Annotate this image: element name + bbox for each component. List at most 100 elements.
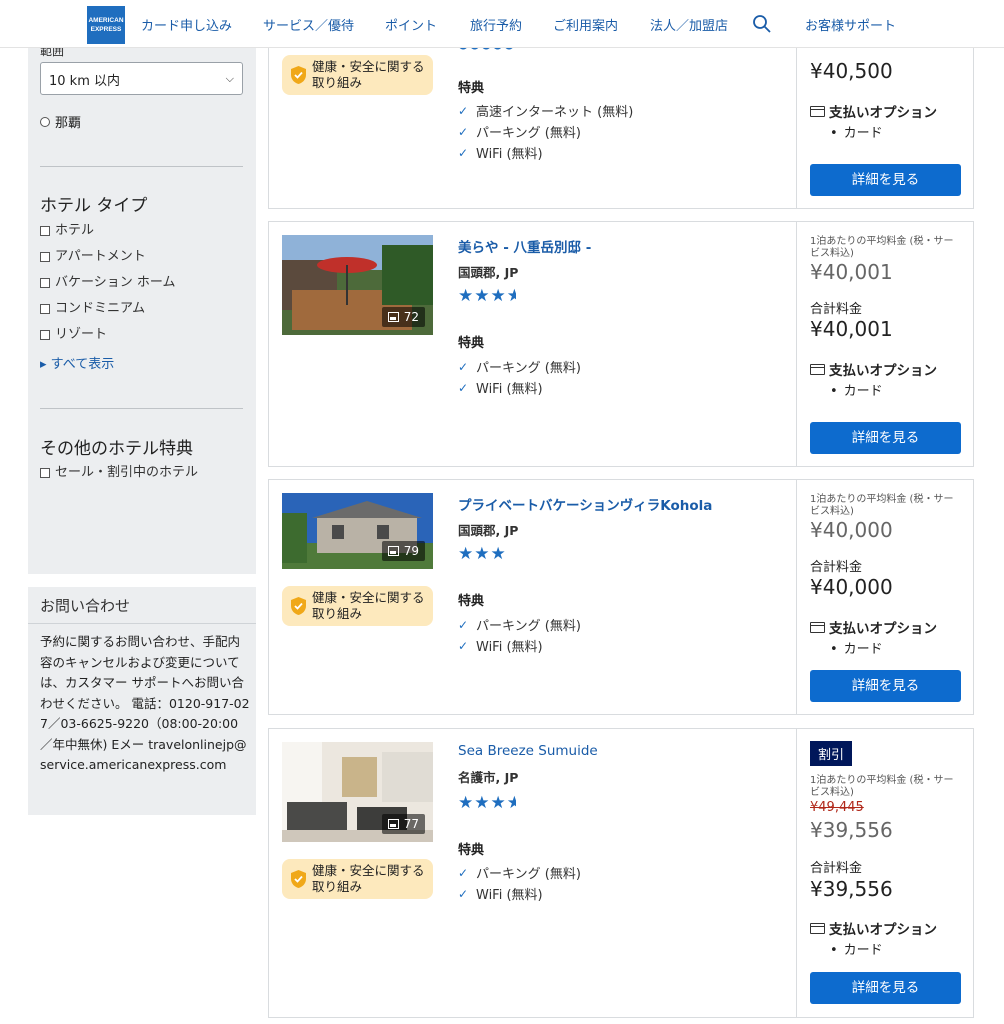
safety-badge: 健康・安全に関する取り組み [282, 55, 433, 95]
hotel-photo[interactable]: 79 [282, 493, 433, 593]
shield-check-icon [291, 66, 306, 84]
check-icon: ✓ [458, 124, 469, 139]
checkbox[interactable] [40, 304, 50, 314]
search-icon[interactable] [752, 14, 772, 34]
total-price: ¥39,556 [810, 877, 893, 901]
payment-card: カード [830, 380, 883, 399]
checkbox-label: セール・割引中のホテル [55, 465, 199, 480]
payment-options-title: 支払いオプション [810, 101, 937, 121]
hotel-type-condo[interactable]: コンドミニアム [40, 299, 145, 319]
star-rating: ★★★★ [458, 286, 516, 306]
nav-card-application[interactable]: カード申し込み [141, 15, 232, 34]
hotel-location: 名護市, JP [458, 770, 519, 785]
check-icon: ✓ [458, 380, 469, 395]
contact-title: お問い合わせ [40, 597, 131, 615]
perk-item: ✓ パーキング (無料) [458, 615, 581, 635]
photo-icon [387, 312, 399, 322]
detail-button[interactable]: 詳細を見る [810, 972, 961, 1004]
hotel-name-link[interactable]: Sea Breeze Sumuide [458, 743, 598, 759]
payment-label: 支払いオプション [829, 105, 937, 121]
nav-services[interactable]: サービス／優待 [263, 15, 354, 34]
checkbox[interactable] [40, 226, 50, 236]
checkbox[interactable] [40, 468, 50, 478]
payment-label: 支払いオプション [829, 621, 937, 637]
hotel-card: 72 美らや - 八重岳別邸 - 国頭郡, JP ★★★★ 特典 ✓ パーキング … [268, 221, 974, 467]
top-nav: AMERICAN EXPRESS カード申し込み サービス／優待 ポイント 旅行… [0, 0, 1004, 48]
perk-label: WiFi (無料) [476, 888, 543, 903]
nav-corporate[interactable]: 法人／加盟店 [650, 15, 728, 34]
detail-button[interactable]: 詳細を見る [810, 164, 961, 196]
checkbox[interactable] [40, 278, 50, 288]
show-all-label: すべて表示 [50, 357, 115, 372]
show-all-link[interactable]: ▸ すべて表示 [40, 353, 114, 372]
credit-card-icon [810, 621, 825, 633]
logo-line-2: EXPRESS [90, 26, 122, 33]
perk-label: パーキング (無料) [476, 619, 581, 634]
checkbox[interactable] [40, 252, 50, 262]
check-icon: ✓ [458, 103, 469, 118]
hotel-type-vacation-home[interactable]: バケーション ホーム [40, 273, 175, 293]
hotel-type-title: ホテル タイプ [40, 196, 148, 216]
payment-label: 支払いオプション [829, 922, 937, 938]
perk-item: ✓ パーキング (無料) [458, 863, 581, 883]
distance-select[interactable]: 10 km 以内 ⌵ [40, 62, 243, 95]
photo-count-value: 72 [403, 310, 419, 324]
checkbox-label: コンドミニアム [55, 301, 146, 316]
hotel-photo[interactable]: 77 [282, 742, 433, 842]
perk-item: ✓ WiFi (無料) [458, 143, 543, 163]
safety-badge: 健康・安全に関する取り組み [282, 859, 433, 899]
safety-text: 健康・安全に関する取り組み [312, 863, 425, 894]
hotel-card: 健康・安全に関する取り組み ●●●●● 特典 ✓高速インターネット (無料) ✓… [268, 20, 974, 209]
checkbox[interactable] [40, 330, 50, 340]
hotel-location: 国頭郡, JP [458, 523, 519, 538]
hotel-type-apartment[interactable]: アパートメント [40, 247, 146, 267]
chevron-down-icon: ⌵ [225, 72, 234, 85]
sale-hotels-option[interactable]: セール・割引中のホテル [40, 463, 210, 483]
check-icon: ✓ [458, 865, 469, 880]
perk-item: ✓ パーキング (無料) [458, 122, 581, 142]
price-column: 割引 1泊あたりの平均料金 (税・サービス料込) ¥49,445 ¥39,556… [796, 729, 974, 1017]
photo-count-value: 77 [403, 817, 419, 831]
nav-travel[interactable]: 旅行予約 [470, 15, 522, 34]
perk-label: パーキング (無料) [476, 126, 581, 141]
detail-button[interactable]: 詳細を見る [810, 422, 961, 454]
contact-body: 予約に関するお問い合わせ、手配内容のキャンセルおよび変更については、カスタマー … [40, 634, 250, 772]
payment-options-title: 支払いオプション [810, 617, 937, 637]
area-option-label: 那覇 [55, 116, 82, 131]
perk-label: WiFi (無料) [476, 382, 543, 397]
perk-item: ✓ パーキング (無料) [458, 357, 581, 377]
hotel-type-hotel[interactable]: ホテル [40, 221, 94, 241]
perk-label: パーキング (無料) [476, 867, 581, 882]
safety-text: 健康・安全に関する取り組み [312, 59, 425, 90]
star-rating: ★★★ [458, 544, 507, 564]
perk-label: パーキング (無料) [476, 361, 581, 376]
nav-guide[interactable]: ご利用案内 [553, 15, 618, 34]
hotel-photo[interactable]: 72 [282, 235, 433, 335]
photo-count[interactable]: 72 [381, 307, 425, 327]
total-price: ¥40,000 [810, 575, 893, 599]
logo-line-1: AMERICAN [88, 17, 124, 24]
amex-logo[interactable]: AMERICAN EXPRESS [87, 6, 125, 44]
area-radio-naha[interactable]: 那覇 [40, 112, 81, 131]
credit-card-icon [810, 922, 825, 934]
detail-button[interactable]: 詳細を見る [810, 670, 961, 702]
payment-options-title: 支払いオプション [810, 918, 937, 938]
photo-count[interactable]: 79 [381, 541, 425, 561]
hotel-name-link[interactable]: プライベートバケーションヴィラKohola [458, 494, 712, 514]
payment-card: カード [830, 122, 883, 141]
avg-price-label: 1泊あたりの平均料金 (税・サービス料込) [810, 775, 954, 798]
safety-badge: 健康・安全に関する取り組み [282, 586, 433, 626]
hotel-type-resort[interactable]: リゾート [40, 325, 107, 345]
hotel-location: 国頭郡, JP [458, 265, 519, 280]
hotel-name-link[interactable]: 美らや - 八重岳別邸 - [458, 236, 591, 256]
radio-icon[interactable] [40, 116, 50, 127]
total-label: 合計料金 [810, 302, 863, 317]
price-column: 1泊あたりの平均料金 (税・サービス料込) ¥40,001 合計料金 ¥40,0… [796, 222, 974, 466]
payment-options-title: 支払いオプション [810, 359, 937, 379]
nav-support[interactable]: お客様サポート [805, 15, 896, 34]
total-label: 合計料金 [810, 861, 863, 876]
photo-count[interactable]: 77 [381, 814, 425, 834]
avg-price: ¥40,001 [810, 260, 893, 284]
total-label: 合計料金 [810, 560, 863, 575]
nav-points[interactable]: ポイント [385, 15, 437, 34]
